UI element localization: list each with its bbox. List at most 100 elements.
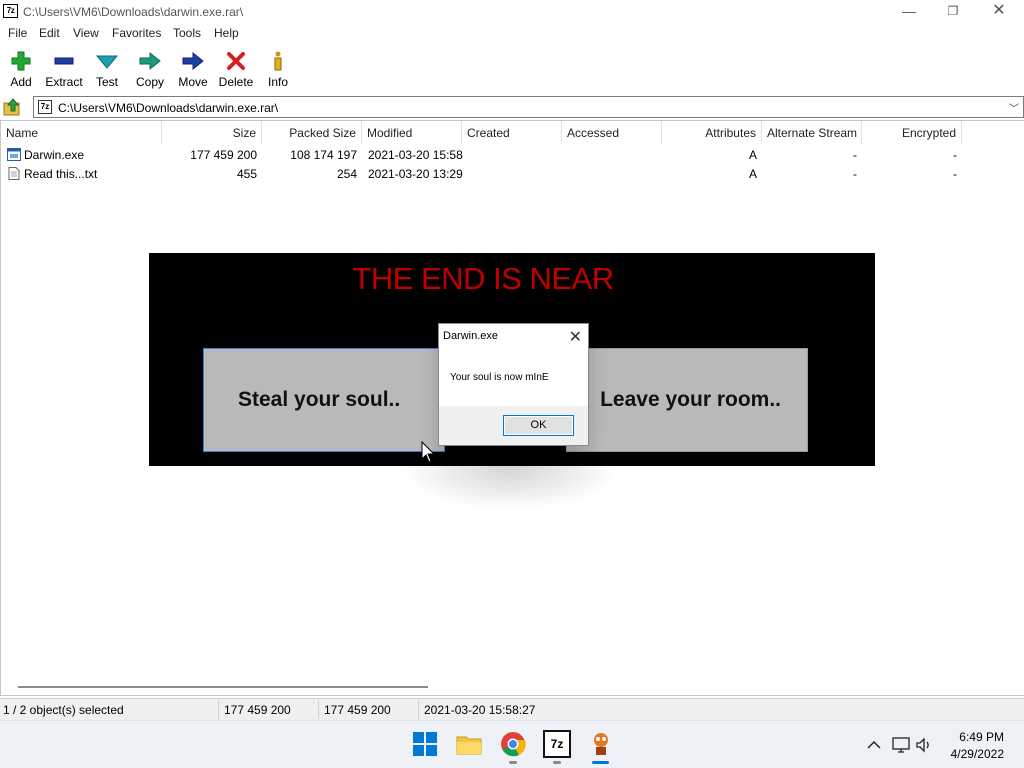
dialog-message: Your soul is now mInE [450,372,549,383]
extract-icon [54,57,74,65]
ok-button[interactable]: OK [503,415,574,436]
file-attributes: A [748,167,757,181]
chevron-down-icon[interactable]: ﹀ [1009,100,1019,115]
copy-button[interactable]: Copy [128,48,172,92]
file-modified: 2021-03-20 13:29 [368,167,463,181]
scare-title: THE END IS NEAR [352,261,614,296]
window-title: C:\Users\VM6\Downloads\darwin.exe.rar\ [23,5,244,19]
file-modified: 2021-03-20 15:58 [368,148,463,162]
test-label: Test [95,75,118,89]
test-button[interactable]: Test [85,48,129,92]
steal-soul-button[interactable]: Steal your soul.. [203,348,445,452]
file-size: 455 [236,167,257,181]
move-button[interactable]: Move [171,48,215,92]
running-indicator [509,761,517,764]
delete-x-icon [227,52,245,70]
info-button[interactable]: Info [256,48,300,92]
add-label: Add [10,75,32,89]
address-path: C:\Users\VM6\Downloads\darwin.exe.rar\ [58,101,279,115]
info-icon [274,51,282,71]
status-divider [218,701,219,719]
column-accessed[interactable]: Accessed [562,121,662,145]
menu-bar: File Edit View Favorites Tools Help [0,24,1024,42]
speaker-icon[interactable] [914,735,934,755]
file-explorer-icon[interactable] [455,730,483,758]
menu-favorites[interactable]: Favorites [112,26,161,40]
delete-button[interactable]: Delete [214,48,258,92]
windows-start-icon[interactable] [411,730,439,758]
clock-date[interactable]: 4/29/2022 [951,747,1004,761]
checkmark-icon [96,55,118,69]
info-label: Info [267,75,288,89]
toolbar: Add Extract Test Copy Move Delete Info [0,44,1024,92]
exe-file-icon [7,148,21,161]
status-selected: 1 / 2 object(s) selected [3,703,124,717]
sevenzip-app-icon: 7z [3,4,18,18]
column-attributes[interactable]: Attributes [662,121,762,145]
column-alternate-stream[interactable]: Alternate Stream [762,121,862,145]
file-size: 177 459 200 [190,148,257,162]
file-name: Darwin.exe [24,148,85,162]
menu-edit[interactable]: Edit [39,26,60,40]
horizontal-scrollbar[interactable] [18,686,428,688]
text-file-icon [8,167,20,180]
dialog-title: Darwin.exe [443,330,499,342]
menu-tools[interactable]: Tools [173,26,201,40]
file-packed-size: 108 174 197 [290,148,357,162]
add-button[interactable]: Add [0,48,43,92]
chrome-icon[interactable] [499,730,527,758]
column-encrypted[interactable]: Encrypted [862,121,962,145]
menu-view[interactable]: View [73,26,99,40]
copy-label: Copy [135,75,164,89]
status-packed: 177 459 200 [324,703,391,717]
file-attributes: A [748,148,757,162]
column-modified[interactable]: Modified [362,121,462,145]
file-encrypted: - [953,167,957,181]
network-icon[interactable] [891,735,911,755]
file-packed-size: 254 [336,167,357,181]
extract-label: Extract [45,75,83,89]
leave-room-button[interactable]: Leave your room.. [566,348,808,452]
move-arrow-icon [182,51,204,71]
column-size[interactable]: Size [162,121,262,145]
status-modified: 2021-03-20 15:58:27 [424,703,536,717]
dialog-footer: OK [439,406,588,445]
active-indicator [592,761,609,764]
delete-label: Delete [218,75,254,89]
close-button[interactable]: ✕ [976,0,1022,24]
column-created[interactable]: Created [462,121,562,145]
file-encrypted: - [953,148,957,162]
column-packed-size[interactable]: Packed Size [262,121,362,145]
taskbar: 7z 6:49 PM 4/29/2022 [0,720,1024,768]
mouse-cursor-icon [421,441,435,463]
move-label: Move [178,75,208,89]
close-icon[interactable]: ✕ [569,327,582,347]
darwin-app-icon[interactable] [587,730,615,758]
status-divider [318,701,319,719]
add-icon [11,51,31,71]
status-bar: 1 / 2 object(s) selected 177 459 200 177… [0,698,1024,720]
clock-time[interactable]: 6:49 PM [959,730,1004,744]
address-field[interactable]: 7z C:\Users\VM6\Downloads\darwin.exe.rar… [33,96,1024,118]
archive-icon: 7z [38,100,52,114]
up-folder-icon [3,98,20,116]
maximize-button[interactable]: ❐ [930,0,976,24]
address-bar: 7z C:\Users\VM6\Downloads\darwin.exe.rar… [0,96,1024,118]
menu-file[interactable]: File [8,26,27,40]
running-indicator [553,761,561,764]
status-divider [418,701,419,719]
title-bar: 7z C:\Users\VM6\Downloads\darwin.exe.rar… [0,0,1024,24]
copy-arrow-icon [139,51,161,71]
minimize-button[interactable]: — [886,0,932,24]
up-folder-button[interactable] [3,97,23,117]
chevron-up-icon[interactable] [864,735,884,755]
sevenzip-taskbar-icon[interactable]: 7z [543,730,571,758]
menu-help[interactable]: Help [214,26,239,40]
file-alt-stream: - [853,167,857,181]
column-name[interactable]: Name [1,121,162,145]
message-dialog: Darwin.exe ✕ Your soul is now mInE OK [438,323,589,446]
extract-button[interactable]: Extract [42,48,86,92]
file-alt-stream: - [853,148,857,162]
status-size: 177 459 200 [224,703,291,717]
file-name: Read this...txt [24,167,98,181]
